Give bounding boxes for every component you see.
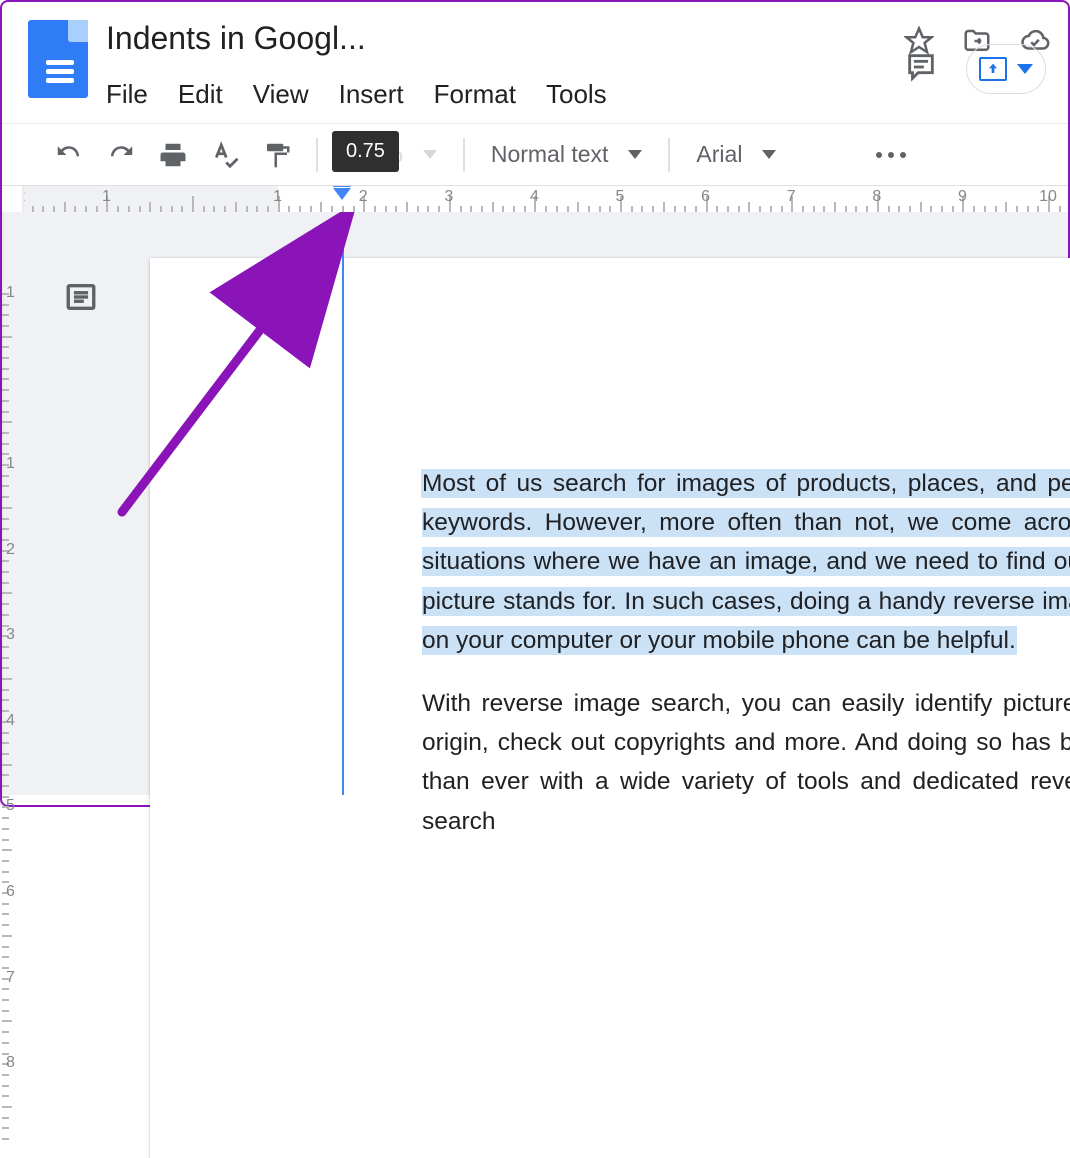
- outline-toggle-button[interactable]: [64, 280, 98, 319]
- document-page[interactable]: Most of us search for images of products…: [150, 258, 1070, 1158]
- menu-file[interactable]: File: [106, 79, 148, 110]
- horizontal-ruler[interactable]: 32112345678910: [24, 186, 1068, 212]
- first-line-indent-marker[interactable]: [333, 188, 351, 200]
- menu-insert[interactable]: Insert: [339, 79, 404, 110]
- header-right-cluster: [904, 44, 1046, 94]
- menu-edit[interactable]: Edit: [178, 79, 223, 110]
- docs-logo-icon[interactable]: [28, 20, 88, 98]
- zoom-select[interactable]: 100% 0.75: [334, 133, 447, 176]
- paragraph-style-select[interactable]: Normal text: [481, 133, 653, 176]
- undo-button[interactable]: [46, 132, 92, 178]
- paragraph[interactable]: Most of us search for images of products…: [422, 464, 1070, 660]
- chevron-down-icon: [628, 150, 642, 159]
- spellcheck-button[interactable]: [202, 132, 248, 178]
- toolbar: 100% 0.75 Normal text Arial: [2, 124, 1068, 186]
- chevron-down-icon: [1017, 64, 1033, 74]
- menu-format[interactable]: Format: [434, 79, 516, 110]
- workspace: 112345678 Most of us search for images o…: [2, 212, 1068, 795]
- paragraph[interactable]: With reverse image search, you can easil…: [422, 684, 1070, 841]
- menu-tools[interactable]: Tools: [546, 79, 607, 110]
- menu-bar: File Edit View Insert Format Tools: [106, 79, 878, 110]
- indent-guide-line: [342, 212, 344, 795]
- font-select[interactable]: Arial: [686, 133, 866, 176]
- comments-icon[interactable]: [904, 50, 938, 89]
- indent-tooltip: 0.75: [332, 131, 399, 172]
- redo-button[interactable]: [98, 132, 144, 178]
- menu-view[interactable]: View: [253, 79, 309, 110]
- share-button[interactable]: [966, 44, 1046, 94]
- document-title[interactable]: Indents in Googl...: [106, 20, 436, 57]
- paint-format-button[interactable]: [254, 132, 300, 178]
- chevron-down-icon: [762, 150, 776, 159]
- more-options-button[interactable]: [876, 152, 906, 158]
- print-button[interactable]: [150, 132, 196, 178]
- horizontal-ruler-row: 32112345678910: [2, 186, 1068, 212]
